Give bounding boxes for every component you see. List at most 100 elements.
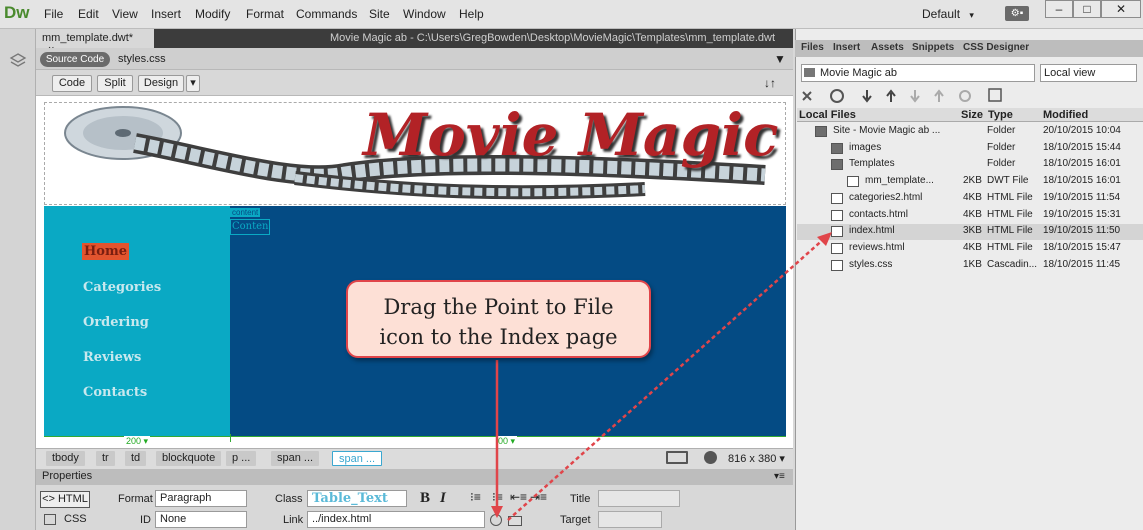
sort-icon[interactable]: ↓↑ xyxy=(764,76,776,90)
tab-assets[interactable]: Assets xyxy=(871,42,904,53)
dwt-file-icon xyxy=(847,176,859,188)
design-view-button[interactable]: Design xyxy=(138,75,184,92)
nav-link-reviews[interactable]: Reviews xyxy=(83,350,141,365)
tab-insert[interactable]: Insert xyxy=(833,42,860,53)
tab-snippets[interactable]: Snippets xyxy=(912,42,954,53)
workspace-switcher[interactable]: Default ▾ xyxy=(922,7,974,21)
id-label: ID xyxy=(140,514,151,526)
expand-panel-icon[interactable] xyxy=(988,88,1002,102)
related-file-styles[interactable]: styles.css xyxy=(118,53,166,65)
menu-window[interactable]: Window xyxy=(403,7,446,21)
editable-region-content[interactable]: Conten xyxy=(230,219,270,235)
panel-menu-icon[interactable]: ▾≡ xyxy=(774,471,785,482)
tag-blockquote[interactable]: blockquote xyxy=(156,451,222,466)
file-row[interactable]: styles.css 1KB Cascadin... 18/10/2015 11:45 xyxy=(797,258,1143,274)
point-to-file-icon[interactable] xyxy=(490,514,502,526)
nav-link-contacts[interactable]: Contacts xyxy=(83,385,147,400)
format-label: Format xyxy=(118,493,153,505)
file-modified: 18/10/2015 11:45 xyxy=(1043,258,1121,270)
outdent-icon[interactable]: ⇤≡ xyxy=(510,490,527,504)
file-row[interactable]: contacts.html 4KB HTML File 19/10/2015 15:3… xyxy=(797,208,1143,224)
screen-size-icon[interactable] xyxy=(666,451,688,464)
file-modified: 19/10/2015 11:54 xyxy=(1043,191,1121,203)
tag-p[interactable]: p ... xyxy=(226,451,257,466)
minimize-button[interactable]: – xyxy=(1045,0,1073,18)
file-row[interactable]: index.html 3KB HTML File 19/10/2015 11:50 xyxy=(797,224,1143,241)
file-row[interactable]: Site - Movie Magic ab ... Folder 20/10/201… xyxy=(797,124,1143,140)
file-row[interactable]: categories2.html 4KB HTML File 19/10/2015 1… xyxy=(797,191,1143,207)
code-view-button[interactable]: Code xyxy=(52,75,92,92)
tag-span-selected[interactable]: span ... xyxy=(332,451,383,466)
bold-button[interactable]: B xyxy=(420,490,430,507)
nav-link-categories[interactable]: Categories xyxy=(83,280,161,295)
file-row[interactable]: reviews.html 4KB HTML File 18/10/2015 15:47 xyxy=(797,241,1143,257)
file-modified: 19/10/2015 15:31 xyxy=(1043,208,1121,220)
insert-panel-icon[interactable] xyxy=(9,52,27,70)
browse-folder-icon[interactable] xyxy=(508,516,522,526)
id-select[interactable]: None xyxy=(155,511,247,528)
menu-edit[interactable]: Edit xyxy=(78,7,99,21)
put-files-icon[interactable] xyxy=(886,89,896,102)
menu-insert[interactable]: Insert xyxy=(151,7,181,21)
get-files-icon[interactable] xyxy=(862,90,872,103)
file-size: 4KB xyxy=(963,208,982,220)
view-dropdown-icon[interactable]: ▾ xyxy=(186,75,200,92)
file-name: categories2.html xyxy=(849,191,923,203)
html-mode-button[interactable]: <> HTML xyxy=(40,491,90,508)
target-select[interactable] xyxy=(598,511,662,528)
file-row[interactable]: images Folder 18/10/2015 15:44 xyxy=(797,141,1143,157)
tab-files[interactable]: Files xyxy=(801,42,824,53)
filter-icon[interactable]: ▼ xyxy=(774,52,786,66)
banner-image[interactable]: Movie Magic xyxy=(44,102,786,205)
tag-td[interactable]: td xyxy=(125,451,147,466)
tag-tbody[interactable]: tbody xyxy=(46,451,85,466)
unordered-list-icon[interactable]: ⁝≡ xyxy=(470,490,481,504)
files-toolbar xyxy=(795,86,1143,106)
menu-format[interactable]: Format xyxy=(246,7,284,21)
tag-span[interactable]: span ... xyxy=(271,451,320,466)
menu-commands[interactable]: Commands xyxy=(296,7,357,21)
col-size[interactable]: Size xyxy=(961,109,983,121)
file-row[interactable]: mm_template... 2KB DWT File 18/10/2015 16:0… xyxy=(797,174,1143,190)
document-tab[interactable]: mm_template.dwt* × xyxy=(36,29,154,56)
split-view-button[interactable]: Split xyxy=(97,75,133,92)
connect-icon[interactable] xyxy=(802,91,812,101)
css-icon xyxy=(44,514,56,525)
window-size[interactable]: 816 x 380 ▾ xyxy=(728,452,785,465)
format-select[interactable]: Paragraph xyxy=(155,490,247,507)
refresh-icon[interactable] xyxy=(830,89,844,103)
col-type[interactable]: Type xyxy=(988,109,1013,121)
close-window-button[interactable]: ✕ xyxy=(1101,0,1141,18)
title-input[interactable] xyxy=(598,490,680,507)
globe-icon[interactable] xyxy=(704,451,717,464)
col-modified[interactable]: Modified xyxy=(1043,109,1088,121)
menu-modify[interactable]: Modify xyxy=(195,7,230,21)
menu-site[interactable]: Site xyxy=(369,7,390,21)
nav-link-home[interactable]: Home xyxy=(82,243,129,260)
check-in-icon[interactable] xyxy=(934,89,944,102)
tag-tr[interactable]: tr xyxy=(96,451,115,466)
maximize-button[interactable]: □ xyxy=(1073,0,1101,18)
file-name: images xyxy=(849,141,882,153)
check-out-icon[interactable] xyxy=(910,90,920,103)
css-mode-button[interactable]: CSS xyxy=(64,513,87,525)
file-row[interactable]: Templates Folder 18/10/2015 16:01 xyxy=(797,157,1143,173)
col-local-files[interactable]: Local Files xyxy=(799,109,856,121)
source-code-button[interactable]: Source Code xyxy=(40,52,110,67)
file-size: 1KB xyxy=(963,258,982,270)
view-select[interactable]: Local view xyxy=(1040,64,1137,82)
nav-link-ordering[interactable]: Ordering xyxy=(83,315,149,330)
site-select[interactable]: Movie Magic ab xyxy=(801,64,1035,82)
class-select[interactable]: Table_Text xyxy=(307,490,407,507)
menu-help[interactable]: Help xyxy=(459,7,484,21)
ordered-list-icon[interactable]: ⁝≡ xyxy=(492,490,503,504)
indent-icon[interactable]: ⇥≡ xyxy=(530,490,547,504)
menu-file[interactable]: File xyxy=(44,7,63,21)
sync-settings-icon[interactable]: ⚙▪ xyxy=(1005,6,1029,21)
tab-css-designer[interactable]: CSS Designer xyxy=(963,42,1029,53)
folder-icon xyxy=(831,142,843,154)
menu-view[interactable]: View xyxy=(112,7,138,21)
link-input[interactable]: ../index.html xyxy=(307,511,485,528)
sync-icon[interactable] xyxy=(959,90,971,102)
italic-button[interactable]: I xyxy=(440,490,446,507)
